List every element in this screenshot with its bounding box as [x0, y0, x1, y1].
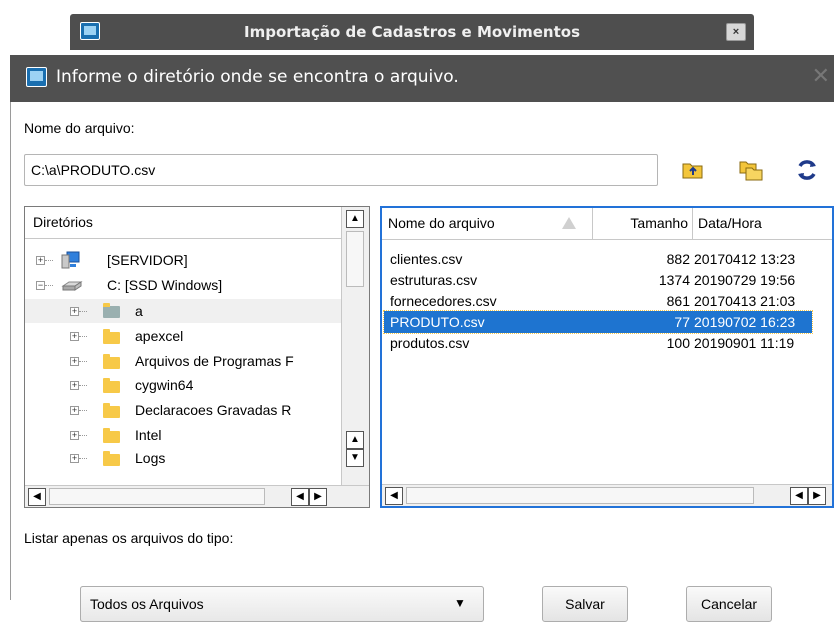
save-button[interactable]: Salvar: [542, 586, 628, 622]
refresh-icon[interactable]: [794, 157, 820, 183]
directories-hscrollbar[interactable]: ◀ ◀ ▶: [25, 485, 369, 507]
tree-item-servidor[interactable]: + [SERVIDOR]: [25, 248, 341, 272]
file-row[interactable]: clientes.csv 882 20170412 13:23: [384, 248, 812, 270]
tree-item-label: Logs: [135, 450, 166, 466]
scroll-down-button[interactable]: ▼: [346, 449, 364, 467]
scroll-up-button[interactable]: ▲: [346, 210, 364, 228]
expand-icon[interactable]: +: [70, 307, 79, 316]
file-row-selected[interactable]: PRODUTO.csv 77 20190702 16:23: [383, 310, 813, 334]
background-window-close-button[interactable]: ×: [726, 23, 746, 41]
column-header-size[interactable]: Tamanho: [594, 208, 688, 239]
folder-icon: [103, 354, 120, 369]
tree-item-folder[interactable]: + Logs: [25, 446, 341, 470]
scroll-up-button[interactable]: ▲: [346, 431, 364, 449]
scroll-right-button[interactable]: ▶: [808, 487, 826, 505]
files-hscrollbar[interactable]: ◀ ◀ ▶: [382, 484, 832, 506]
background-window-titlebar: Importação de Cadastros e Movimentos ×: [70, 14, 754, 50]
file-row[interactable]: fornecedores.csv 861 20170413 21:03: [384, 290, 812, 312]
folder-up-icon[interactable]: [680, 157, 706, 183]
expand-icon[interactable]: +: [70, 406, 79, 415]
tree-item-drive-c[interactable]: − C: [SSD Windows]: [25, 273, 341, 297]
file-row[interactable]: estruturas.csv 1374 20190729 19:56: [384, 269, 812, 291]
tree-item-folder[interactable]: + Intel: [25, 423, 341, 447]
scroll-thumb[interactable]: [406, 487, 754, 504]
scroll-left-button[interactable]: ◀: [291, 488, 309, 506]
tree-item-label: Declaracoes Gravadas R: [135, 402, 292, 418]
directories-panel: Diretórios ▲ ▲ ▼ + [SERVIDOR] − C: [SSD …: [24, 206, 370, 508]
drive-icon: [61, 277, 83, 301]
folder-icon: [103, 451, 120, 466]
expand-icon[interactable]: +: [70, 454, 79, 463]
scroll-thumb[interactable]: [49, 488, 265, 505]
column-header-datetime[interactable]: Data/Hora: [698, 208, 762, 239]
tree-item-label: C: [SSD Windows]: [107, 277, 223, 293]
directories-vscrollbar[interactable]: ▲ ▲ ▼: [341, 207, 369, 485]
folder-icon: [103, 378, 120, 393]
file-list: clientes.csv 882 20170412 13:23 estrutur…: [382, 244, 832, 484]
folder-icon: [103, 403, 120, 418]
dialog-close-button[interactable]: ✕: [812, 63, 830, 89]
tree-item-folder[interactable]: + Declaracoes Gravadas R: [25, 398, 341, 422]
dialog-titlebar: Informe o diretório onde se encontra o a…: [10, 55, 834, 102]
tree-item-folder[interactable]: + Arquivos de Programas F: [25, 349, 341, 373]
scroll-right-button[interactable]: ▶: [309, 488, 327, 506]
folder-icon: [103, 329, 120, 344]
tree-item-label: Intel: [135, 427, 162, 443]
filter-label: Listar apenas os arquivos do tipo:: [24, 530, 234, 546]
expand-icon[interactable]: +: [70, 431, 79, 440]
filename-input[interactable]: C:\a\PRODUTO.csv: [24, 154, 658, 186]
tree-item-label: [SERVIDOR]: [107, 252, 188, 268]
expand-icon[interactable]: +: [70, 357, 79, 366]
tree-item-label: a: [135, 303, 143, 319]
window-icon: [26, 67, 47, 87]
background-window-title: Importação de Cadastros e Movimentos: [244, 23, 580, 41]
dropdown-arrow-icon[interactable]: ▼: [454, 596, 466, 610]
copy-folder-icon[interactable]: [738, 157, 764, 183]
file-type-value: Todos os Arquivos: [90, 596, 204, 612]
column-header-name[interactable]: Nome do arquivo: [388, 208, 495, 239]
expand-icon[interactable]: +: [70, 381, 79, 390]
scroll-left-button[interactable]: ◀: [385, 487, 403, 505]
scroll-left-button[interactable]: ◀: [790, 487, 808, 505]
files-panel: Nome do arquivo Tamanho Data/Hora client…: [380, 206, 834, 508]
collapse-icon[interactable]: −: [36, 281, 45, 290]
tree-item-folder-a[interactable]: + a: [25, 299, 341, 323]
folder-icon: [103, 428, 120, 443]
tree-item-label: cygwin64: [135, 377, 194, 393]
files-header: Nome do arquivo Tamanho Data/Hora: [382, 208, 832, 240]
folder-icon: [103, 303, 120, 318]
expand-icon[interactable]: +: [36, 256, 45, 265]
cancel-button[interactable]: Cancelar: [686, 586, 772, 622]
tree-item-label: apexcel: [135, 328, 184, 344]
sort-ascending-icon: [562, 217, 576, 229]
expand-icon[interactable]: +: [70, 332, 79, 341]
scroll-left-button[interactable]: ◀: [28, 488, 46, 506]
tree-item-folder[interactable]: + cygwin64: [25, 373, 341, 397]
tree-item-folder[interactable]: + apexcel: [25, 324, 341, 348]
file-row[interactable]: produtos.csv 100 20190901 11:19: [384, 332, 812, 354]
tree-item-label: Arquivos de Programas F: [135, 353, 294, 369]
filename-label: Nome do arquivo:: [24, 120, 135, 136]
directory-tree: + [SERVIDOR] − C: [SSD Windows] + a + ap…: [25, 240, 341, 485]
dialog-title: Informe o diretório onde se encontra o a…: [56, 67, 459, 87]
directories-header: Diretórios: [25, 207, 341, 239]
scroll-thumb[interactable]: [346, 231, 364, 287]
